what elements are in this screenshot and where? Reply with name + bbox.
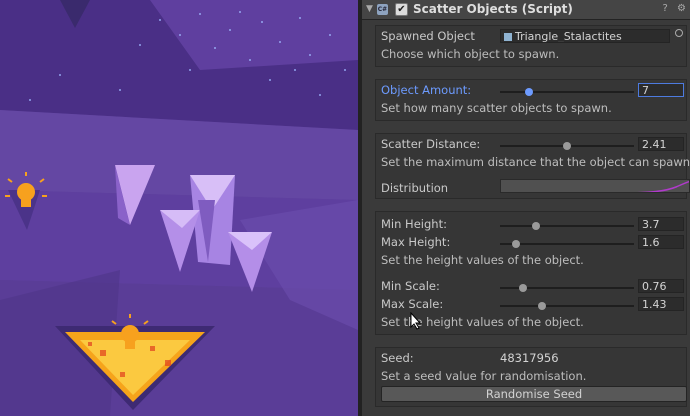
scene-canvas [0, 0, 358, 416]
min-height-field[interactable]: 3.7 [638, 217, 684, 231]
max-scale-field[interactable]: 1.43 [638, 297, 684, 311]
scatter-distance-section: Scatter Distance: 2.41 Set the maximum d… [375, 133, 690, 199]
scatter-distance-slider[interactable] [500, 142, 634, 150]
inspector-panel: ▼ C# ✔ Scatter Objects (Script) ? ⚙ Spaw… [362, 0, 690, 416]
min-height-slider-handle[interactable] [532, 222, 541, 230]
enable-checkbox[interactable]: ✔ [395, 3, 408, 16]
min-scale-slider[interactable] [500, 284, 634, 292]
seed-field[interactable]: 48317956 [500, 351, 559, 365]
object-amount-field[interactable]: 7 [638, 83, 684, 97]
seed-description: Set a seed value for randomisation. [381, 369, 587, 383]
max-scale-label: Max Scale: [381, 297, 444, 311]
min-height-slider[interactable] [500, 222, 634, 230]
spawned-object-section: Spawned Object Triangle_Stalactites Choo… [375, 25, 687, 67]
object-amount-description: Set how many scatter objects to spawn. [381, 101, 612, 115]
scatter-distance-slider-handle[interactable] [563, 142, 571, 150]
spawned-object-value: Triangle_Stalactites [515, 30, 622, 43]
object-amount-slider[interactable] [500, 88, 634, 96]
max-height-slider-handle[interactable] [512, 240, 521, 248]
min-scale-field[interactable]: 0.76 [638, 279, 684, 293]
help-icon[interactable]: ? [663, 3, 668, 14]
min-height-label: Min Height: [381, 217, 447, 231]
component-title: Scatter Objects (Script) [413, 2, 573, 16]
scene-view[interactable] [0, 0, 358, 416]
distribution-curve-icon [636, 180, 689, 192]
seed-label: Seed: [381, 351, 414, 365]
spawned-object-field[interactable]: Triangle_Stalactites [500, 29, 670, 43]
randomise-seed-button[interactable]: Randomise Seed [381, 386, 687, 402]
component-header[interactable]: ▼ C# ✔ Scatter Objects (Script) ? ⚙ [362, 0, 690, 20]
object-amount-slider-handle[interactable] [525, 88, 534, 96]
max-height-slider[interactable] [500, 240, 634, 248]
script-icon: C# [377, 4, 388, 15]
settings-icon[interactable]: ⚙ [677, 3, 686, 14]
distribution-curve-field[interactable] [500, 179, 690, 193]
max-height-field[interactable]: 1.6 [638, 235, 684, 249]
max-height-label: Max Height: [381, 235, 451, 249]
distribution-label: Distribution [381, 181, 449, 195]
target-icon[interactable] [675, 29, 683, 37]
scatter-distance-label: Scatter Distance: [381, 137, 481, 151]
object-amount-label: Object Amount: [381, 83, 472, 97]
max-scale-slider[interactable] [500, 302, 634, 310]
max-scale-slider-handle[interactable] [537, 302, 546, 310]
foldout-arrow-icon[interactable]: ▼ [366, 4, 373, 14]
mouse-cursor-icon [410, 312, 422, 330]
object-amount-section: Object Amount: 7 Set how many scatter ob… [375, 79, 687, 121]
scatter-distance-field[interactable]: 2.41 [638, 137, 684, 151]
seed-section: Seed: 48317956 Set a seed value for rand… [375, 347, 687, 407]
spawned-object-label: Spawned Object [381, 29, 475, 43]
prefab-icon [504, 33, 512, 41]
height-description: Set the height values of the object. [381, 253, 584, 267]
scatter-distance-description: Set the maximum distance that the object… [381, 155, 690, 169]
min-scale-slider-handle[interactable] [518, 284, 527, 292]
spawned-object-description: Choose which object to spawn. [381, 47, 560, 61]
min-scale-label: Min Scale: [381, 279, 440, 293]
